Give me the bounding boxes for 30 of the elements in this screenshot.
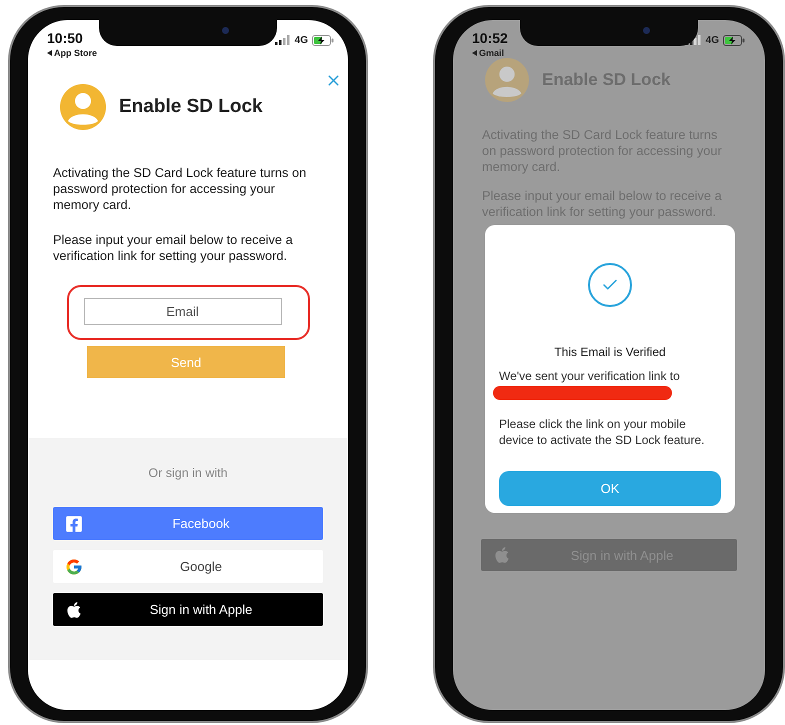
battery-icon xyxy=(312,34,334,46)
back-app-link[interactable]: Gmail xyxy=(479,47,504,59)
signal-icon xyxy=(686,35,702,45)
sent-text: We've sent your verification link to xyxy=(499,368,681,384)
back-app-link[interactable]: App Store xyxy=(54,47,98,59)
battery-icon xyxy=(723,34,745,46)
email-field[interactable]: Email xyxy=(84,298,282,325)
screen-title: Enable SD Lock xyxy=(119,96,263,118)
network-label: 4G xyxy=(294,34,308,46)
apple-icon xyxy=(493,546,511,564)
check-circle-icon xyxy=(588,263,632,307)
facebook-signin-button[interactable]: Facebook xyxy=(53,507,323,540)
avatar-icon xyxy=(60,84,106,130)
google-icon xyxy=(65,558,83,576)
google-signin-button[interactable]: Google xyxy=(53,550,323,583)
back-triangle-icon[interactable] xyxy=(472,50,477,56)
description-text: Please input your email below to receive a verification link for setting your password. xyxy=(53,232,294,264)
or-sign-in-label: Or sign in with xyxy=(147,465,229,482)
status-time: 10:50 xyxy=(47,29,84,47)
status-time: 10:52 xyxy=(472,29,508,47)
description-text: Activating the SD Card Lock feature turns on password protection for accessing your memory card. xyxy=(53,165,308,213)
dialog-message: Please click the link on your mobile device to activate the SD Lock feature. xyxy=(499,417,706,448)
apple-signin-button[interactable]: Sign in with Apple xyxy=(53,593,323,626)
apple-icon xyxy=(65,600,83,618)
facebook-icon xyxy=(65,514,83,532)
back-triangle-icon[interactable] xyxy=(47,50,52,56)
avatar-icon xyxy=(485,58,529,102)
network-label: 4G xyxy=(706,34,719,46)
signal-icon xyxy=(274,35,291,45)
dialog-title: This Email is Verified xyxy=(553,344,667,360)
